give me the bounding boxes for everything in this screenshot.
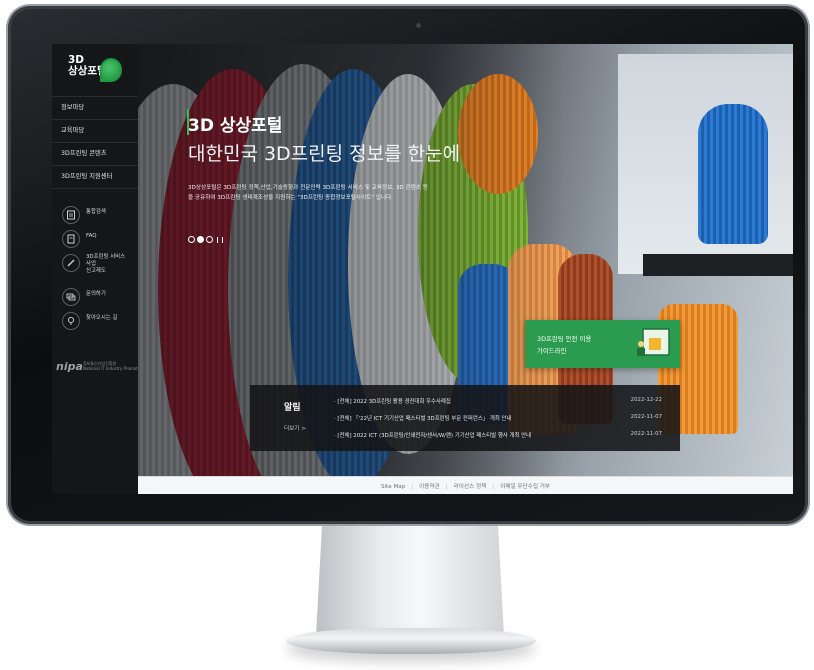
pencil-icon (62, 254, 80, 272)
notice-item-title: · [전체] 2022 3D프린팅 활용 경진대회 우수사례집 (334, 399, 451, 405)
hero-description: 3D상상포털은 3D프린팅 정책,산업,기술동향과 전문인력 3D프린팅 서비스… (188, 185, 428, 201)
monitor-base (286, 628, 536, 654)
footer-links: Site Map | 이용약관 | 라이선스 정책 | 이메일 무단수집 거부 (138, 482, 793, 490)
menu-item-support-center[interactable]: 3D프린팅 지원센터 (52, 165, 138, 189)
notice-item[interactable]: · [전체] 2022 ICT (3D프린팅/인쇄전자/센서/W/랜) 기기산업… (334, 431, 674, 441)
notice-item-date: 2022-11-07 (630, 414, 662, 420)
sidebar: 3D 상상포털 정보마당 교육마당 3D프린팅 콘텐츠 3D프린팅 지원센터 통… (52, 44, 160, 494)
site-logo[interactable]: 3D 상상포털 (66, 52, 126, 92)
footer-link-terms[interactable]: 이용약관 (419, 484, 440, 490)
notice-item[interactable]: · [전체] 「'22년 ICT 기기산업 페스티벌 3D프린팅 부문 컨퍼런스… (334, 414, 674, 424)
leaf-icon (100, 58, 122, 82)
menu-label: 3D프린팅 지원센터 (61, 173, 113, 180)
util-label: 3D프린팅 서비스 사업 신고제도 (86, 254, 126, 274)
hero-title: 3D 상상포털 (188, 116, 283, 136)
book-icon (62, 206, 80, 224)
util-label: 통합검색 (86, 209, 106, 215)
util-contact[interactable]: 문의하기 (62, 286, 136, 308)
menu-label: 정보마당 (61, 104, 85, 111)
monitor-stand (316, 526, 504, 636)
notice-item-title: · [전체] 「'22년 ICT 기기산업 페스티벌 3D프린팅 부문 컨퍼런스… (334, 416, 512, 422)
footer: Site Map | 이용약관 | 라이선스 정책 | 이메일 무단수집 거부 (138, 476, 793, 494)
notice-item-date: 2022-11-07 (630, 431, 662, 437)
webcam (416, 23, 421, 28)
screen: 3D 상상포털 정보마당 교육마당 3D프린팅 콘텐츠 3D프린팅 지원센터 통… (52, 44, 793, 494)
location-pin-icon (62, 312, 80, 330)
slide-pager (188, 229, 223, 243)
notice-item-date: 2022-12-22 (630, 397, 662, 403)
nipa-logo[interactable]: nipa 정보통신산업진흥원 National IT Industry Prom… (56, 360, 160, 374)
util-faq[interactable]: FAQ (62, 228, 136, 250)
chat-icon (62, 288, 80, 306)
util-label: FAQ (86, 233, 97, 239)
slide-dot[interactable] (206, 236, 213, 243)
menu-item-info[interactable]: 정보마당 (52, 96, 138, 119)
menu-item-contents[interactable]: 3D프린팅 콘텐츠 (52, 142, 138, 165)
util-service-report[interactable]: 3D프린팅 서비스 사업 신고제도 (62, 252, 136, 284)
divider: | (411, 484, 414, 490)
footer-link-email-policy[interactable]: 이메일 무단수집 거부 (500, 484, 550, 490)
slide-dot-active[interactable] (197, 236, 204, 243)
divider: | (445, 484, 448, 490)
menu-item-education[interactable]: 교육마당 (52, 119, 138, 142)
safety-guide-banner[interactable]: 3D프린팅 안전 이용 가이드라인 (525, 320, 680, 368)
notice-title: 알림 (284, 403, 301, 413)
menu-label: 교육마당 (61, 127, 85, 134)
hero-banner: 3D 상상포털 대한민국 3D프린팅 정보를 한눈에 3D상상포털은 3D프린팅… (138, 44, 793, 476)
util-label: 찾아오시는 길 (86, 315, 118, 321)
util-search[interactable]: 통합검색 (62, 204, 136, 226)
printer-illustration-icon (637, 328, 670, 356)
nipa-wordmark: nipa (56, 360, 83, 373)
hero-subtitle: 대한민국 3D프린팅 정보를 한눈에 (188, 143, 461, 165)
menu-label: 3D프린팅 콘텐츠 (61, 150, 107, 157)
notice-item-title: · [전체] 2022 ICT (3D프린팅/인쇄전자/센서/W/랜) 기기산업… (334, 433, 532, 439)
util-directions[interactable]: 찾아오시는 길 (62, 310, 136, 332)
divider: | (492, 484, 495, 490)
footer-link-sitemap[interactable]: Site Map (381, 484, 405, 490)
slide-dot[interactable] (188, 236, 195, 243)
util-label: 문의하기 (86, 291, 106, 297)
pause-icon[interactable] (217, 236, 223, 243)
document-icon (62, 230, 80, 248)
footer-link-license[interactable]: 라이선스 정책 (454, 484, 487, 490)
notice-more-link[interactable]: 더보기 > (284, 424, 306, 432)
notice-panel: 알림 더보기 > · [전체] 2022 3D프린팅 활용 경진대회 우수사례집… (250, 385, 680, 451)
guide-label: 3D프린팅 안전 이용 가이드라인 (537, 335, 592, 355)
notice-item[interactable]: · [전체] 2022 3D프린팅 활용 경진대회 우수사례집 2022-12-2… (334, 397, 674, 407)
